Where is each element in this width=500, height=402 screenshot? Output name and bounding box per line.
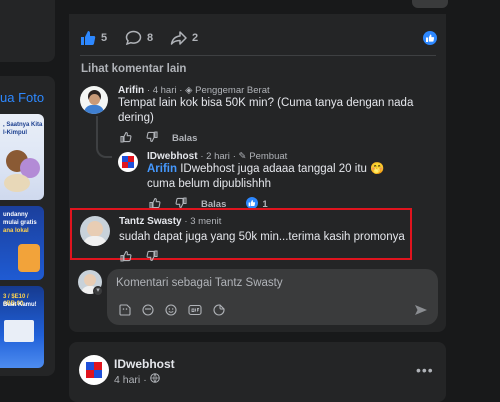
like-reaction[interactable]: 5 — [80, 30, 107, 46]
view-more-comments-link[interactable]: Lihat komentar lain — [81, 63, 186, 75]
photo-thumbnail-2[interactable]: undanny mulai gratis ana lokal — [0, 206, 44, 280]
comment-2-author[interactable]: IDwebhost — [147, 151, 198, 162]
next-post-time[interactable]: 4 hari — [114, 374, 140, 386]
thumb2-line2: mulai gratis — [3, 220, 37, 226]
photo-thumbnail-3[interactable]: 3 / $E10 / #BB.00 Buat Kamu! — [0, 286, 44, 368]
comment-3-header: Tantz Swasty · 3 menit — [119, 216, 222, 227]
like-outline-icon[interactable] — [120, 250, 132, 265]
comment-3-text: sudah dapat juga yang 50k min...terima k… — [119, 231, 405, 243]
arifin-avatar[interactable] — [80, 86, 108, 114]
comment-1-header: Arifin · 4 hari · ◈ Penggemar Berat — [118, 85, 270, 96]
comment-1-badge: Penggemar Berat — [195, 85, 270, 96]
comment-2-mention[interactable]: Arifin — [147, 163, 177, 175]
taro-image-3 — [4, 174, 30, 192]
composer-avatar-chevron[interactable]: ▾ — [93, 286, 103, 296]
page-avatar-icon[interactable] — [423, 31, 437, 50]
thread-line — [96, 116, 98, 146]
comment-1-text: Tempat lain kok bisa 50K min? (Cuma tany… — [118, 97, 414, 124]
like-count: 5 — [101, 32, 108, 44]
top-right-button[interactable] — [412, 0, 448, 8]
tantz-avatar[interactable] — [80, 216, 110, 246]
laptop-image — [4, 320, 34, 342]
pencil-icon: ✎ — [238, 151, 247, 162]
comment-3-time[interactable]: 3 menit — [190, 216, 221, 227]
thumb2-line3: ana lokal — [3, 228, 29, 234]
next-post-meta: 4 hari · — [114, 373, 160, 386]
next-post-avatar[interactable] — [79, 355, 109, 385]
comment-2-header: IDwebhost · 2 hari · ✎ Pembuat — [147, 151, 288, 162]
comment-count: 8 — [147, 32, 154, 44]
sticker-face-icon[interactable] — [213, 303, 225, 321]
composer-tools — [119, 303, 225, 321]
avatar-sticker-icon[interactable] — [142, 303, 154, 321]
idwebhost-avatar[interactable] — [118, 152, 138, 172]
like-icon — [80, 30, 96, 46]
thumb1-line1: , Saatnya Kita — [3, 122, 43, 128]
comment-1-actions: Balas — [120, 131, 197, 146]
divider — [80, 55, 436, 56]
comment-2-text: Arifin IDwebhost juga adaaa tanggal 20 i… — [147, 162, 397, 192]
thumb2-line1: undanny — [3, 212, 28, 218]
comment-icon — [125, 30, 142, 46]
dislike-outline-icon[interactable] — [146, 131, 158, 146]
comment-2-body: IDwebhost juga adaaa tanggal 20 itu 🤭 cu… — [147, 163, 385, 190]
photos-card-title[interactable]: ua Foto — [0, 90, 44, 105]
next-post-author[interactable]: IDwebhost — [114, 357, 175, 371]
comment-1-time[interactable]: 4 hari — [153, 85, 177, 96]
send-icon[interactable] — [414, 303, 428, 321]
thumb1-line2: l-Kimpul — [3, 130, 27, 136]
share-count: 2 — [192, 32, 199, 44]
share-reaction[interactable]: 2 — [170, 30, 198, 46]
like-outline-icon[interactable] — [120, 131, 132, 146]
globe-icon — [149, 373, 160, 386]
gif-icon[interactable] — [188, 303, 202, 321]
diamond-icon: ◈ — [185, 85, 193, 96]
comment-2-badge: Pembuat — [249, 151, 288, 162]
comment-reaction[interactable]: 8 — [125, 30, 153, 46]
comment-1-author[interactable]: Arifin — [118, 85, 144, 96]
person-image — [18, 244, 40, 272]
sticker-icon[interactable] — [119, 303, 131, 321]
more-options-button[interactable]: ••• — [416, 362, 434, 378]
comment-input[interactable]: Komentari sebagai Tantz Swasty — [116, 277, 283, 289]
photo-thumbnail-1[interactable]: , Saatnya Kita l-Kimpul — [0, 114, 44, 200]
share-icon — [170, 30, 187, 46]
next-post-card — [69, 342, 446, 402]
dislike-outline-icon[interactable] — [146, 250, 158, 265]
comment-3-author[interactable]: Tantz Swasty — [119, 216, 182, 227]
comment-composer[interactable]: Komentari sebagai Tantz Swasty — [107, 269, 438, 325]
thumb3-line2: Buat Kamu! — [3, 302, 37, 308]
comment-1-reply[interactable]: Balas — [172, 133, 197, 144]
comment-3-actions — [120, 250, 172, 265]
comment-2-time[interactable]: 2 hari — [206, 151, 230, 162]
emoji-icon[interactable] — [165, 303, 177, 321]
left-card-top — [0, 0, 55, 62]
